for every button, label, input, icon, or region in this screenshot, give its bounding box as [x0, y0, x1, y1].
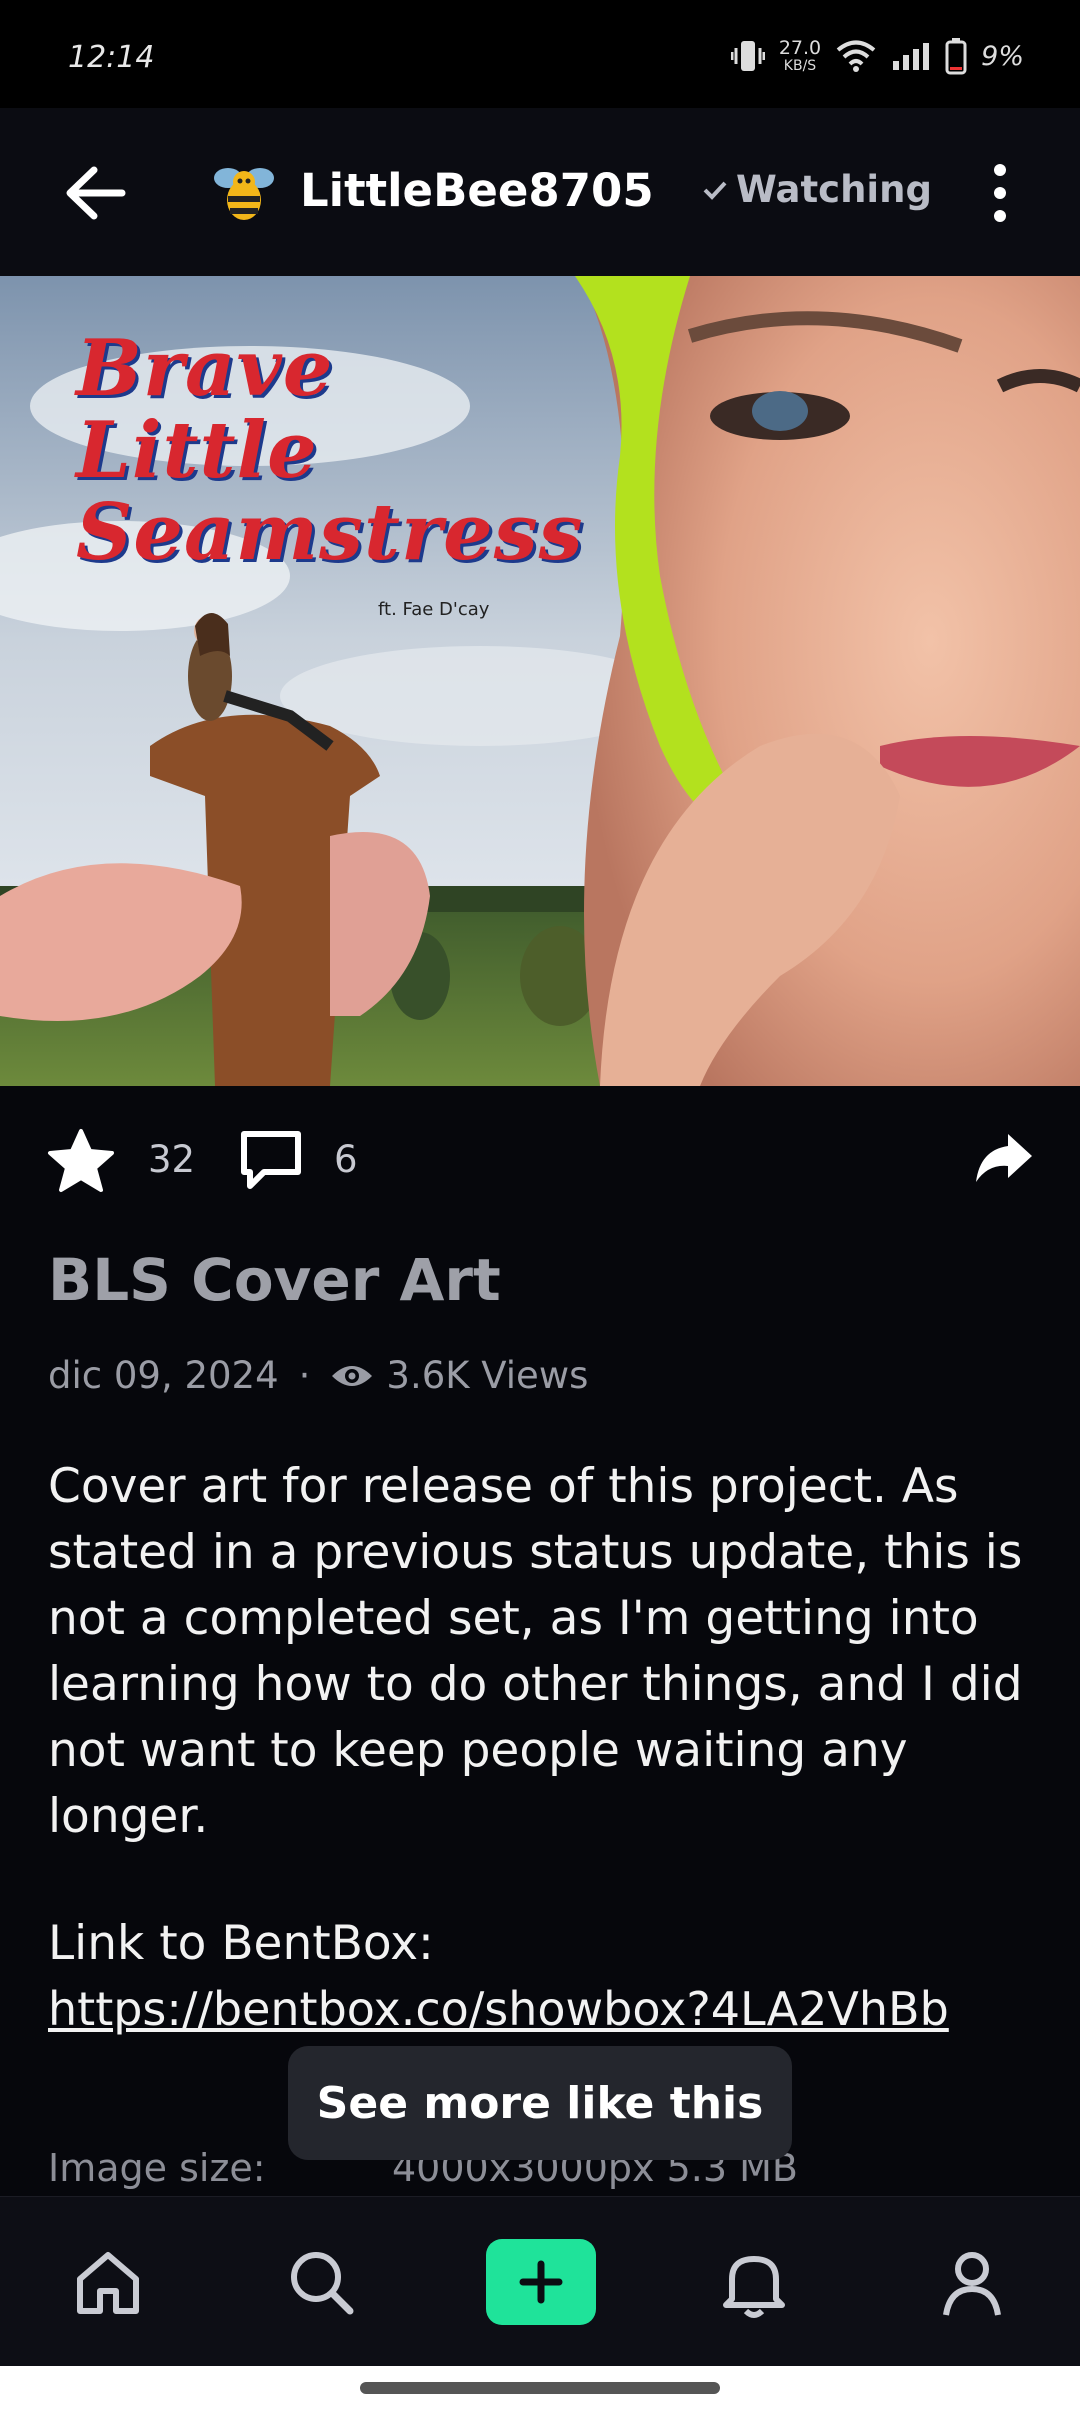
- nav-add-button[interactable]: [486, 2239, 596, 2325]
- share-arrow-icon: [976, 1134, 1032, 1182]
- favorite-count: 32: [148, 1138, 196, 1181]
- app-bar: LittleBee8705 Watching: [0, 108, 1080, 276]
- status-bar: 12:14 27.0 KB/S 9%: [0, 0, 1080, 108]
- post-meta: dic 09, 2024 · 3.6K Views: [48, 1354, 588, 1397]
- profile-icon: [943, 2252, 1001, 2316]
- link-label: Link to BentBox:: [48, 1916, 434, 1971]
- comment-icon: [241, 1131, 301, 1189]
- more-options-button[interactable]: [982, 158, 1018, 228]
- nav-notifications[interactable]: [716, 2245, 792, 2321]
- artwork-image[interactable]: Brave Little Seamstress ft. Fae D'cay: [0, 276, 1080, 1086]
- username[interactable]: LittleBee8705: [300, 164, 654, 217]
- wifi-icon: [836, 40, 876, 72]
- more-vert-icon: [994, 164, 1006, 222]
- star-icon: [48, 1129, 114, 1192]
- artwork-title: Brave Little Seamstress: [76, 323, 584, 578]
- nav-home[interactable]: [70, 2245, 146, 2321]
- action-row: 32 6: [0, 1086, 1080, 1226]
- bentbox-link[interactable]: https://bentbox.co/showbox?4LA2VhBb: [48, 1982, 949, 2036]
- status-icons: 27.0 KB/S 9%: [730, 34, 1024, 78]
- watching-label: Watching: [736, 168, 932, 211]
- search-icon: [291, 2252, 354, 2315]
- gesture-area: [0, 2366, 1080, 2412]
- comment-count: 6: [334, 1138, 358, 1181]
- post-description: Cover art for release of this project. A…: [48, 1459, 1038, 1844]
- eye-icon: [332, 1365, 373, 1386]
- see-more-like-this-button[interactable]: See more like this: [288, 2046, 792, 2160]
- back-arrow-icon: [66, 166, 126, 220]
- artwork-credit: ft. Fae D'cay: [378, 599, 490, 620]
- clock: 12:14: [68, 40, 155, 75]
- home-icon: [77, 2252, 139, 2314]
- watching-button[interactable]: Watching: [702, 168, 932, 211]
- avatar[interactable]: [208, 156, 280, 228]
- post-date: dic 09, 2024: [48, 1354, 279, 1397]
- post-title: BLS Cover Art: [48, 1246, 501, 1314]
- image-size-label: Image size:: [48, 2146, 266, 2190]
- bell-icon: [723, 2256, 785, 2318]
- share-button[interactable]: [972, 1126, 1036, 1190]
- battery-percent: 9%: [981, 40, 1024, 72]
- signal-icon: [893, 43, 930, 70]
- add-icon: [519, 2260, 563, 2304]
- meta-separator: ·: [298, 1354, 311, 1397]
- nav-search[interactable]: [284, 2245, 360, 2321]
- favorite-button[interactable]: [46, 1126, 116, 1196]
- bottom-nav: [0, 2196, 1080, 2366]
- vibrate-icon: [730, 41, 765, 71]
- bee-avatar-icon: [214, 168, 274, 220]
- battery-icon: [945, 38, 967, 75]
- gesture-handle[interactable]: [360, 2382, 720, 2394]
- nav-profile[interactable]: [934, 2245, 1010, 2321]
- comment-button[interactable]: [238, 1128, 304, 1194]
- view-count: 3.6K Views: [386, 1354, 589, 1397]
- back-button[interactable]: [60, 160, 130, 226]
- check-icon: [703, 181, 727, 200]
- network-speed: 27.0 KB/S: [778, 37, 822, 74]
